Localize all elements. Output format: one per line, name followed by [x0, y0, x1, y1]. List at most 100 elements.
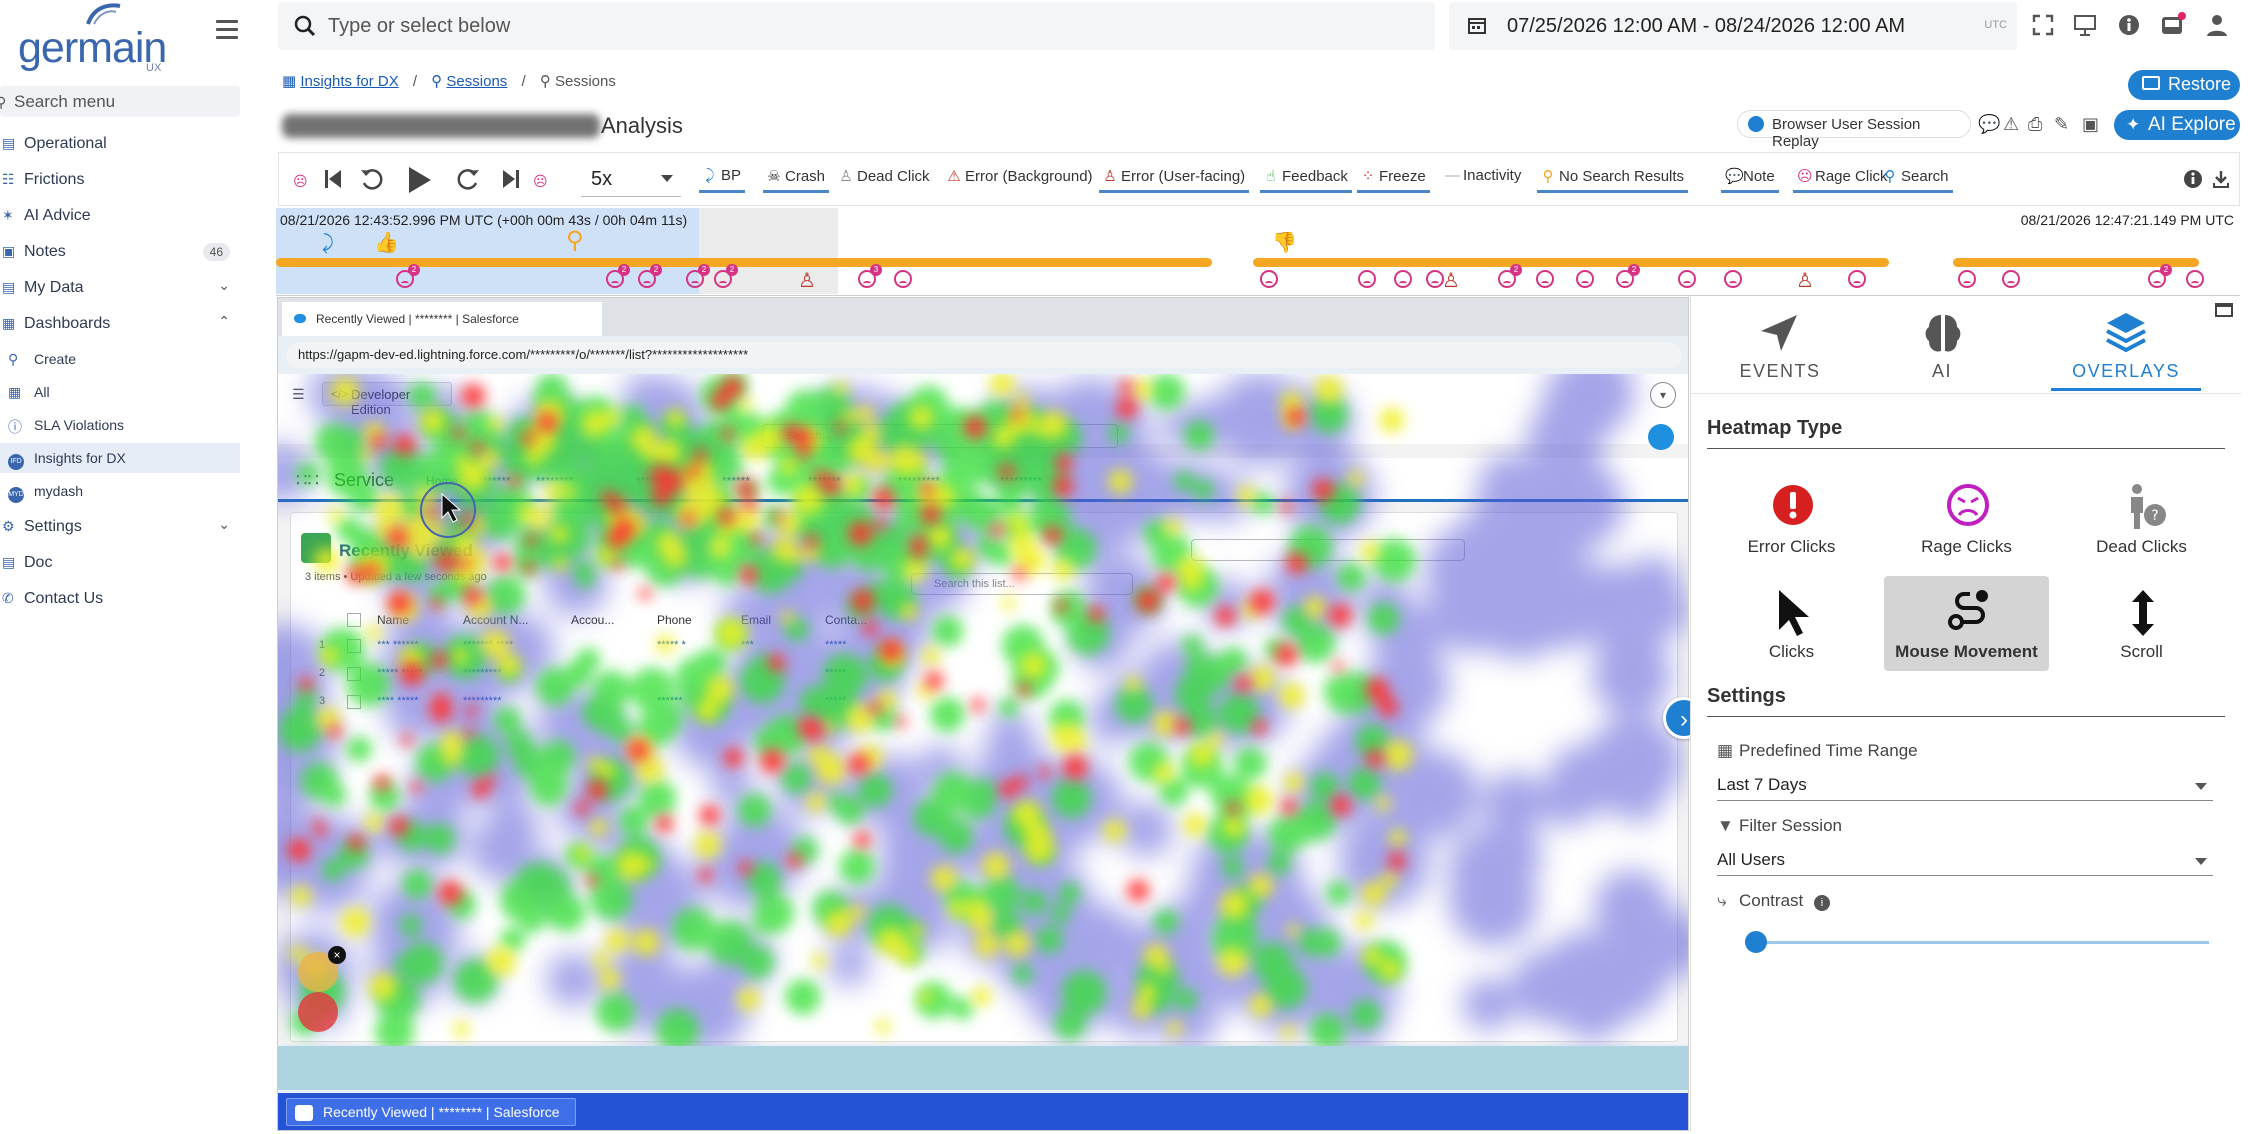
legend-no-search-results[interactable]: ⚲ No Search Results	[1537, 167, 1689, 193]
time-range-select[interactable]: Last 7 Days	[1717, 771, 2213, 801]
legend-search[interactable]: ⚲ Search	[1879, 167, 1953, 193]
session-replay-viewport[interactable]: Recently Viewed | ******** | Salesforce …	[277, 297, 1689, 1131]
skip-forward-icon[interactable]	[501, 168, 521, 190]
legend-freeze[interactable]: ⁘ Freeze	[1357, 167, 1430, 193]
rage-click-marker[interactable]: 2	[1498, 264, 1522, 288]
print-icon[interactable]: ⎙	[2028, 114, 2042, 135]
rage-click-marker[interactable]: 3	[858, 264, 882, 288]
edit-icon[interactable]: ✎	[2054, 114, 2069, 135]
sidebar-item-mydash[interactable]: MYD mydash	[0, 476, 240, 506]
heatmap-scroll-option[interactable]: Scroll	[2059, 576, 2224, 671]
tab-ai[interactable]: AI	[1867, 307, 2017, 391]
filter-session-select[interactable]: All Users	[1717, 846, 2213, 876]
rage-click-marker[interactable]	[1848, 270, 1866, 288]
rage-click-marker[interactable]	[1536, 270, 1554, 288]
sidebar-item-frictions[interactable]: ☷ Frictions	[0, 165, 240, 195]
fullscreen-icon[interactable]	[2030, 12, 2056, 38]
legend-error-background[interactable]: ⚠ Error (Background)	[943, 167, 1097, 193]
rage-click-marker[interactable]: 2	[1616, 264, 1640, 288]
forward-icon[interactable]	[455, 166, 481, 192]
warning-icon[interactable]: ⚠	[2003, 114, 2019, 135]
tab-overlays[interactable]: OVERLAYS	[2051, 307, 2201, 391]
sidebar-item-operational[interactable]: ▤ Operational	[0, 129, 240, 159]
rage-click-marker[interactable]	[1394, 270, 1412, 288]
info-icon[interactable]: i	[1813, 895, 1830, 911]
heatmap-clicks-option[interactable]: Clicks	[1709, 576, 1874, 671]
legend-inactivity[interactable]: — Inactivity	[1441, 167, 1525, 193]
sidebar-item-all[interactable]: ▦ All	[0, 377, 240, 407]
sidebar-item-ai-advice[interactable]: ✶ AI Advice	[0, 201, 240, 231]
rage-click-marker[interactable]	[1576, 270, 1594, 288]
restore-button[interactable]: Restore	[2128, 70, 2240, 100]
rage-click-marker[interactable]: 2	[606, 264, 630, 288]
rage-click-marker[interactable]	[1678, 270, 1696, 288]
heatmap-error-clicks-option[interactable]: Error Clicks	[1709, 471, 1874, 566]
rage-click-marker[interactable]: 2	[396, 264, 420, 288]
sidebar-item-doc[interactable]: ▤ Doc	[0, 548, 240, 578]
legend-crash[interactable]: ☠ Crash	[763, 167, 830, 193]
rage-click-marker[interactable]	[2002, 270, 2020, 288]
user-avatar-icon[interactable]	[2204, 12, 2230, 38]
contrast-slider-track[interactable]	[1747, 941, 2209, 944]
sf-col-header: Phone	[657, 613, 692, 627]
rage-click-marker[interactable]: 2	[638, 264, 662, 288]
heatmap-mouse-movement-option[interactable]: Mouse Movement	[1884, 576, 2049, 671]
rage-click-marker[interactable]: 2	[2148, 264, 2172, 288]
info-icon[interactable]	[2116, 12, 2142, 38]
legend-error-user-facing[interactable]: ♙ Error (User-facing)	[1099, 167, 1250, 193]
rage-click-marker[interactable]	[1724, 270, 1742, 288]
legend-dead-click[interactable]: ♙ Dead Click	[835, 167, 934, 193]
download-icon[interactable]	[2211, 169, 2231, 189]
sidebar-item-my-data[interactable]: ▤ My Data ⌄	[0, 273, 240, 303]
sidebar-item-insights-for-dx[interactable]: IFD Insights for DX	[0, 443, 240, 473]
play-icon[interactable]	[405, 165, 433, 195]
legend-feedback[interactable]: ☝ Feedback	[1260, 167, 1352, 193]
heatmap-rage-clicks-option[interactable]: Rage Clicks	[1884, 471, 2049, 566]
sidebar-item-dashboards[interactable]: ▦ Dashboards ⌃	[0, 309, 240, 339]
window-maximize-icon[interactable]	[2215, 303, 2233, 317]
rage-click-marker[interactable]	[894, 270, 912, 288]
error-user-facing-marker-icon[interactable]: ♙	[798, 268, 816, 293]
contrast-slider-thumb[interactable]	[1745, 931, 1768, 953]
search-marker-icon[interactable]: ⚲	[566, 226, 584, 255]
playback-speed-select[interactable]: 5x	[581, 163, 681, 197]
sidebar-item-contact-us[interactable]: ✆ Contact Us	[0, 584, 240, 614]
rage-click-marker[interactable]	[2186, 270, 2204, 288]
sidebar-item-notes[interactable]: ▣ Notes 46	[0, 237, 240, 267]
legend-note[interactable]: 💬Note	[1721, 167, 1779, 193]
heatmap-dead-clicks-option[interactable]: ? Dead Clicks	[2059, 471, 2224, 566]
session-timeline[interactable]: 08/21/2026 12:43:52.996 PM UTC (+00h 00m…	[276, 208, 2240, 296]
session-replay-type-chip[interactable]: Browser User Session Replay	[1737, 110, 1971, 150]
germain-logo[interactable]: germain UX	[14, 2, 167, 74]
rage-click-marker[interactable]: 2	[714, 264, 738, 288]
tab-events[interactable]: EVENTS	[1705, 307, 1855, 391]
date-range-picker[interactable]: 07/25/2026 12:00 AM - 08/24/2026 12:00 A…	[1449, 2, 2017, 50]
legend-bp[interactable]: ⤸ BP	[699, 167, 746, 193]
ai-explore-button[interactable]: ✦ AI Explore	[2114, 110, 2240, 140]
breadcrumb-sessions-link[interactable]: Sessions	[446, 73, 507, 90]
replay-icon[interactable]	[359, 166, 385, 192]
sidebar-item-sla-violations[interactable]: ⓘ SLA Violations	[0, 410, 240, 440]
comment-icon[interactable]: 💬	[1978, 114, 2000, 135]
global-search-input[interactable]: Type or select below	[278, 2, 1435, 50]
rage-click-marker[interactable]	[1358, 270, 1376, 288]
menu-toggle-icon[interactable]	[216, 20, 238, 40]
menu-search-input[interactable]: ⚲ Search menu	[0, 86, 240, 117]
bp-marker-icon[interactable]: ⤸	[322, 232, 334, 255]
breadcrumb-insights-link[interactable]: Insights for DX	[300, 73, 398, 90]
rage-click-marker[interactable]: 2	[686, 264, 710, 288]
feedback-thumbs-down-icon[interactable]: 👎	[1272, 230, 1297, 255]
presentation-icon[interactable]	[2072, 12, 2098, 38]
sidebar-item-create[interactable]: ⚲ Create	[0, 344, 240, 374]
error-user-facing-marker-icon[interactable]: ♙	[1442, 268, 1460, 293]
inbox-icon[interactable]	[2160, 12, 2186, 38]
error-user-facing-marker-icon[interactable]: ♙	[1796, 268, 1814, 293]
rage-click-marker[interactable]	[1958, 270, 1976, 288]
skip-back-icon[interactable]	[323, 168, 343, 190]
info-icon[interactable]	[2183, 169, 2203, 189]
save-icon[interactable]: ▣	[2082, 114, 2099, 135]
legend-rage-click[interactable]: ☹ Rage Click	[1793, 167, 1892, 193]
feedback-thumbs-up-icon[interactable]: 👍	[374, 230, 399, 255]
sidebar-item-settings[interactable]: ⚙ Settings ⌄	[0, 512, 240, 542]
rage-click-marker[interactable]	[1260, 270, 1278, 288]
